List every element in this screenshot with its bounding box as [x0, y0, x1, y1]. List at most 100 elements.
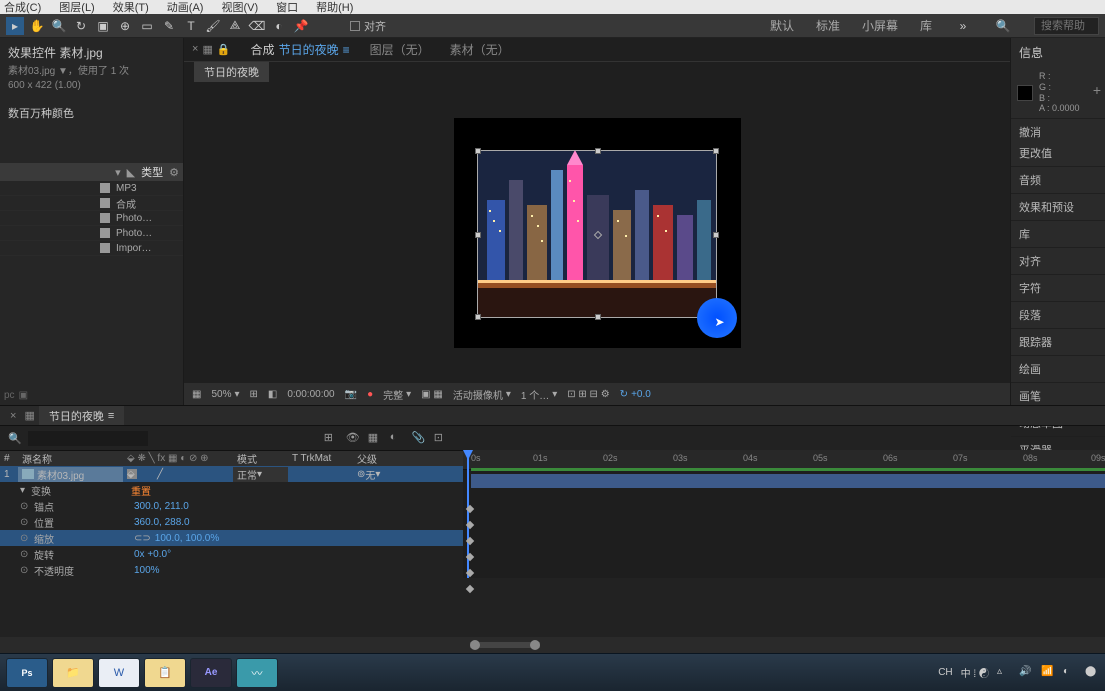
time-ruler[interactable]: 0s 01s 02s 03s 04s 05s 06s 07s 08s 09s [463, 450, 1105, 470]
tl-motion-blur-icon[interactable]: ◐ [390, 431, 404, 445]
tab-footage[interactable]: 素材（无） [450, 41, 510, 58]
camera-tool[interactable]: ▣ [94, 17, 112, 35]
panel-character[interactable]: 字符 [1011, 274, 1105, 301]
tray-icon-3[interactable]: ⬤ [1085, 666, 1099, 680]
text-tool[interactable]: T [182, 17, 200, 35]
panel-library[interactable]: 库 [1011, 220, 1105, 247]
tl-graph-icon[interactable]: 📎 [412, 431, 426, 445]
handle-bm[interactable] [595, 314, 601, 320]
handle-ml[interactable] [475, 232, 481, 238]
tab-composition[interactable]: 合成 节日的夜晚 ≡ [251, 41, 350, 58]
views-dropdown[interactable]: 1 个… ▾ [521, 387, 557, 402]
project-row[interactable]: Impor… [0, 241, 183, 256]
pen-tool[interactable]: ✎ [160, 17, 178, 35]
menu-help[interactable]: 帮助(H) [316, 0, 353, 15]
menu-effect[interactable]: 效果(T) [113, 0, 149, 15]
menu-view[interactable]: 视图(V) [221, 0, 258, 15]
timeline-zoom-slider[interactable] [470, 642, 540, 648]
prop-scale[interactable]: ⊙缩放⊂⊃100.0, 100.0% [0, 530, 463, 546]
prop-anchor[interactable]: ⊙锚点300.0, 211.0 [0, 498, 463, 514]
task-app[interactable]: 📋 [144, 658, 186, 688]
panel-change[interactable]: 更改值 [1011, 145, 1105, 166]
column-toggle-icon[interactable]: ▾ [115, 166, 121, 179]
rotate-tool[interactable]: ↻ [72, 17, 90, 35]
project-row[interactable]: Photo… [0, 211, 183, 226]
camera-dropdown[interactable]: 活动摄像机 ▾ [453, 387, 511, 402]
task-photoshop[interactable]: Ps [6, 658, 48, 688]
hand-tool[interactable]: ✋ [28, 17, 46, 35]
snap-checkbox[interactable] [350, 21, 360, 31]
search-icon[interactable]: 🔍 [994, 17, 1012, 35]
task-explorer[interactable]: 📁 [52, 658, 94, 688]
puppet-tool[interactable]: 📌 [292, 17, 310, 35]
col-source[interactable]: 源名称 [18, 451, 123, 466]
close-tab-icon[interactable]: × [192, 43, 198, 56]
timecode[interactable]: 0:00:00:00 [287, 389, 334, 400]
pixel-aspect-icon[interactable]: ⊡ ⊞ ⊟ ⚙ [567, 389, 609, 400]
task-word[interactable]: W [98, 658, 140, 688]
zoom-dropdown[interactable]: 50% ▾ [211, 389, 239, 400]
panel-audio[interactable]: 音频 [1011, 166, 1105, 193]
task-after-effects[interactable]: Ae [190, 658, 232, 688]
panel-effects[interactable]: 效果和预设 [1011, 193, 1105, 220]
grid-toggle-icon[interactable]: ▦ [192, 389, 201, 400]
channel-icon[interactable]: ● [367, 389, 373, 400]
clone-tool[interactable]: ⟁ [226, 17, 244, 35]
work-area-bar[interactable] [471, 468, 1105, 471]
tab-layer[interactable]: 图层（无） [370, 41, 430, 58]
selection-tool[interactable]: ▸ [6, 17, 24, 35]
col-trkmat[interactable]: T TrkMat [288, 451, 353, 466]
ime-status[interactable]: 中 ⁞ ☯ [961, 665, 989, 680]
lock-icon[interactable]: ▦ [202, 43, 212, 56]
timeline-track-area[interactable]: 0s 01s 02s 03s 04s 05s 06s 07s 08s 09s [463, 450, 1105, 578]
lock-icon-2[interactable]: 🔒 [217, 43, 231, 56]
network-icon[interactable]: 📶 [1041, 666, 1055, 680]
menu-animation[interactable]: 动画(A) [167, 0, 204, 15]
tray-icon[interactable]: ▵ [997, 666, 1011, 680]
menu-layer[interactable]: 图层(L) [59, 0, 94, 15]
panel-align[interactable]: 对齐 [1011, 247, 1105, 274]
eraser-tool[interactable]: ⌫ [248, 17, 266, 35]
handle-tm[interactable] [595, 148, 601, 154]
add-panel-icon[interactable]: + [1093, 82, 1101, 98]
panel-paragraph[interactable]: 段落 [1011, 301, 1105, 328]
new-folder-icon[interactable]: ▣ [19, 390, 28, 401]
shape-tool[interactable]: ▭ [138, 17, 156, 35]
prop-opacity[interactable]: ⊙不透明度100% [0, 562, 463, 578]
roi-icon[interactable]: ◧ [268, 389, 277, 400]
prop-position[interactable]: ⊙位置360.0, 288.0 [0, 514, 463, 530]
workspace-default[interactable]: 默认 [770, 17, 794, 34]
project-row[interactable]: MP3 [0, 181, 183, 196]
resolution-icon[interactable]: ⊞ [250, 389, 258, 400]
exposure-control[interactable]: ↻ +0.0 [620, 389, 651, 400]
tl-comp-icon[interactable]: ⊞ [324, 431, 338, 445]
tab-menu-icon[interactable]: ≡ [343, 43, 350, 57]
zoom-tool[interactable]: 🔍 [50, 17, 68, 35]
label-icon[interactable]: ◣ [127, 166, 135, 179]
viewer-area[interactable]: ➤ [184, 82, 1010, 383]
pan-behind-tool[interactable]: ⊕ [116, 17, 134, 35]
project-row[interactable]: 合成 [0, 196, 183, 211]
close-tl-tab-icon[interactable]: × [6, 410, 20, 422]
anchor-point-icon[interactable] [593, 230, 601, 238]
selection-box[interactable] [477, 150, 717, 318]
workspace-more-icon[interactable]: » [954, 17, 972, 35]
snapshot-icon[interactable]: 📷 [345, 389, 357, 400]
roto-tool[interactable]: ◐ [270, 17, 288, 35]
workspace-small[interactable]: 小屏幕 [862, 17, 898, 34]
panel-undo[interactable]: 撤消 [1011, 118, 1105, 145]
timeline-search[interactable] [28, 431, 148, 446]
tl-brain-icon[interactable]: ⊡ [434, 431, 448, 445]
tab-menu-icon[interactable]: ≡ [108, 410, 114, 422]
tl-frame-blend-icon[interactable]: ▦ [368, 431, 382, 445]
brush-tool[interactable]: 🖌 [204, 17, 222, 35]
transform-header[interactable]: ▾变换重置 [0, 482, 463, 498]
resolution-dropdown[interactable]: 完整 ▾ [383, 387, 411, 402]
composition-canvas[interactable]: ➤ [454, 118, 741, 348]
timeline-tab[interactable]: 节日的夜晚 ≡ [39, 406, 124, 425]
col-mode[interactable]: 模式 [233, 451, 288, 466]
handle-mr[interactable] [713, 232, 719, 238]
workspace-standard[interactable]: 标准 [816, 17, 840, 34]
panel-tracker[interactable]: 跟踪器 [1011, 328, 1105, 355]
workspace-library[interactable]: 库 [920, 17, 932, 34]
